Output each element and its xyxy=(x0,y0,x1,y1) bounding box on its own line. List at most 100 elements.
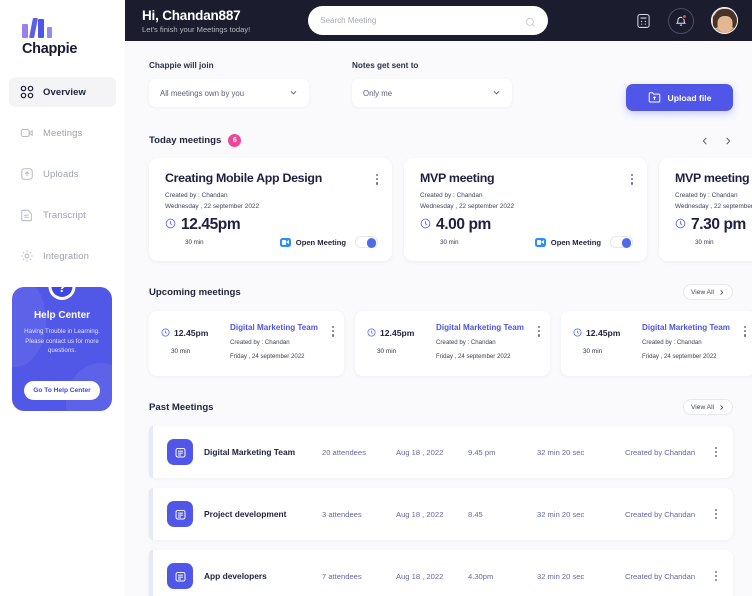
table-row[interactable]: App developers 7 attendees Aug 18 , 2022… xyxy=(149,550,733,596)
sidebar-item-label: Uploads xyxy=(43,168,79,180)
past-meeting-attendees: 20 attendees xyxy=(322,447,366,457)
card-menu-icon[interactable] xyxy=(537,323,540,337)
sidebar-item-meetings[interactable]: Meetings xyxy=(9,118,116,148)
past-meetings-title: Past Meetings xyxy=(149,401,214,413)
meeting-title: Creating Mobile App Design xyxy=(165,171,322,185)
past-meeting-name: Digital Marketing Team xyxy=(204,447,296,457)
main-content: Chappie will join All meetings own by yo… xyxy=(125,41,752,596)
meeting-time: 7.30 pm xyxy=(691,216,746,233)
upcoming-team-name[interactable]: Digital Marketing Team xyxy=(436,323,538,332)
past-meeting-attendees: 3 attendees xyxy=(322,509,362,519)
meeting-file-icon xyxy=(167,501,193,527)
notes-get-sent-to-label: Notes get sent to xyxy=(352,61,419,70)
logo-text: Chappie xyxy=(22,41,78,57)
row-menu-icon[interactable] xyxy=(714,446,717,458)
card-menu-icon[interactable] xyxy=(743,323,746,337)
notifications-button[interactable] xyxy=(668,7,694,34)
upcoming-date: Friday , 24 september 2022 xyxy=(230,353,305,360)
chevron-right-icon xyxy=(720,289,724,295)
row-menu-icon[interactable] xyxy=(714,570,717,582)
meeting-created-by: Created by : Chandan xyxy=(165,192,228,199)
help-center-title: Help Center xyxy=(33,310,91,321)
sidebar-item-integration[interactable]: Integration xyxy=(9,241,116,271)
past-meeting-time: 9.45 pm xyxy=(468,447,496,457)
sidebar-item-overview[interactable]: Overview xyxy=(9,77,116,107)
open-meeting-label: Open Meeting xyxy=(295,237,346,247)
past-meeting-name: App developers xyxy=(204,571,267,581)
user-avatar[interactable] xyxy=(711,7,738,34)
today-meetings-header: Today meetings 6 xyxy=(149,134,733,147)
today-meeting-card[interactable]: MVP meeting Created by : Chandan Wednesd… xyxy=(404,158,647,261)
meeting-date: Wednesday , 22 september 2022 xyxy=(675,203,752,210)
topbar-actions xyxy=(636,7,738,34)
upcoming-date: Friday , 24 september 2022 xyxy=(436,353,511,360)
calculator-icon[interactable] xyxy=(636,13,651,29)
row-menu-icon[interactable] xyxy=(714,508,717,520)
meeting-created-by: Created by : Chandan xyxy=(420,192,483,199)
upcoming-view-all-button[interactable]: View All xyxy=(683,284,733,300)
document-icon xyxy=(19,208,34,223)
clock-icon xyxy=(161,324,170,342)
chappie-will-join-group: Chappie will join All meetings own by yo… xyxy=(149,61,309,107)
help-center-description: Having Trouble in Learning. Please conta… xyxy=(24,328,100,355)
past-meeting-created-by: Created by Chandan xyxy=(625,571,696,581)
view-all-label: View All xyxy=(691,403,714,411)
question-mark-icon: ? xyxy=(48,287,76,300)
open-meeting-action[interactable]: Open Meeting xyxy=(534,237,601,247)
past-meeting-created-by: Created by Chandan xyxy=(625,447,696,457)
carousel-prev-icon[interactable] xyxy=(700,136,710,146)
notes-get-sent-to-value: Only me xyxy=(363,88,393,98)
notes-get-sent-to-select[interactable]: Only me xyxy=(352,79,512,107)
today-meeting-card[interactable]: Creating Mobile App Design Created by : … xyxy=(149,158,392,261)
past-view-all-button[interactable]: View All xyxy=(683,399,733,415)
past-meeting-duration: 32 min 20 sec xyxy=(537,571,585,581)
meeting-file-icon xyxy=(167,439,193,465)
upcoming-created-by: Created by : Chandan xyxy=(436,339,496,346)
upcoming-created-by: Created by : Chandan xyxy=(230,339,290,346)
clock-icon xyxy=(675,216,686,234)
upload-file-button[interactable]: Upload file xyxy=(626,84,733,111)
chappie-will-join-label: Chappie will join xyxy=(149,61,214,70)
open-meeting-toggle[interactable] xyxy=(355,236,378,248)
upcoming-meeting-card[interactable]: 12.45pm 30 min Digital Marketing Team Cr… xyxy=(149,311,344,376)
card-menu-icon[interactable] xyxy=(375,171,378,185)
carousel-next-icon[interactable] xyxy=(723,136,733,146)
sidebar-item-label: Meetings xyxy=(43,127,83,139)
search-input[interactable] xyxy=(320,16,526,25)
upcoming-team-name[interactable]: Digital Marketing Team xyxy=(230,323,332,332)
card-menu-icon[interactable] xyxy=(630,171,633,185)
chappie-will-join-select[interactable]: All meetings own by you xyxy=(149,79,309,107)
today-meetings-list: Creating Mobile App Design Created by : … xyxy=(149,158,752,261)
table-row[interactable]: Project development 3 attendees Aug 18 ,… xyxy=(149,488,733,540)
search-bar[interactable] xyxy=(308,6,549,35)
past-meeting-date: Aug 18 , 2022 xyxy=(396,571,444,581)
chevron-down-icon xyxy=(289,88,298,99)
upcoming-team-name[interactable]: Digital Marketing Team xyxy=(642,323,744,332)
table-row[interactable]: Digital Marketing Team 20 attendees Aug … xyxy=(149,426,733,478)
sidebar-item-transcript[interactable]: Transcript xyxy=(9,200,116,230)
sidebar-item-uploads[interactable]: Uploads xyxy=(9,159,116,189)
upcoming-meeting-card[interactable]: 12.45pm 30 min Digital Marketing Team Cr… xyxy=(561,311,752,376)
past-meeting-time: 8.45 xyxy=(468,509,483,519)
video-icon xyxy=(19,126,34,141)
chappie-will-join-value: All meetings own by you xyxy=(160,88,245,98)
meeting-title: MVP meeting xyxy=(675,171,750,185)
today-meeting-card[interactable]: MVP meeting Created by : Chandan Wednesd… xyxy=(659,158,752,261)
upload-file-label: Upload file xyxy=(667,92,712,103)
open-meeting-action[interactable]: Open Meeting xyxy=(279,237,346,247)
upload-icon xyxy=(19,167,34,182)
view-all-label: View All xyxy=(691,288,714,296)
go-to-help-center-button[interactable]: Go To Help Center xyxy=(24,381,100,400)
clock-icon xyxy=(367,324,376,342)
upcoming-time: 12.45pm xyxy=(380,328,415,338)
search-icon[interactable] xyxy=(525,15,536,28)
card-menu-icon[interactable] xyxy=(331,323,334,337)
meeting-file-icon xyxy=(167,563,193,589)
main-area: Hi, Chandan887 Let's finish your Meeting… xyxy=(125,0,752,596)
sidebar-item-label: Overview xyxy=(43,86,87,98)
upcoming-meeting-card[interactable]: 12.45pm 30 min Digital Marketing Team Cr… xyxy=(355,311,550,376)
greeting-subtitle: Let's finish your Meetings today! xyxy=(142,24,251,34)
grid-icon xyxy=(19,85,34,100)
open-meeting-toggle[interactable] xyxy=(610,236,633,248)
today-meetings-count-badge: 6 xyxy=(228,134,242,147)
